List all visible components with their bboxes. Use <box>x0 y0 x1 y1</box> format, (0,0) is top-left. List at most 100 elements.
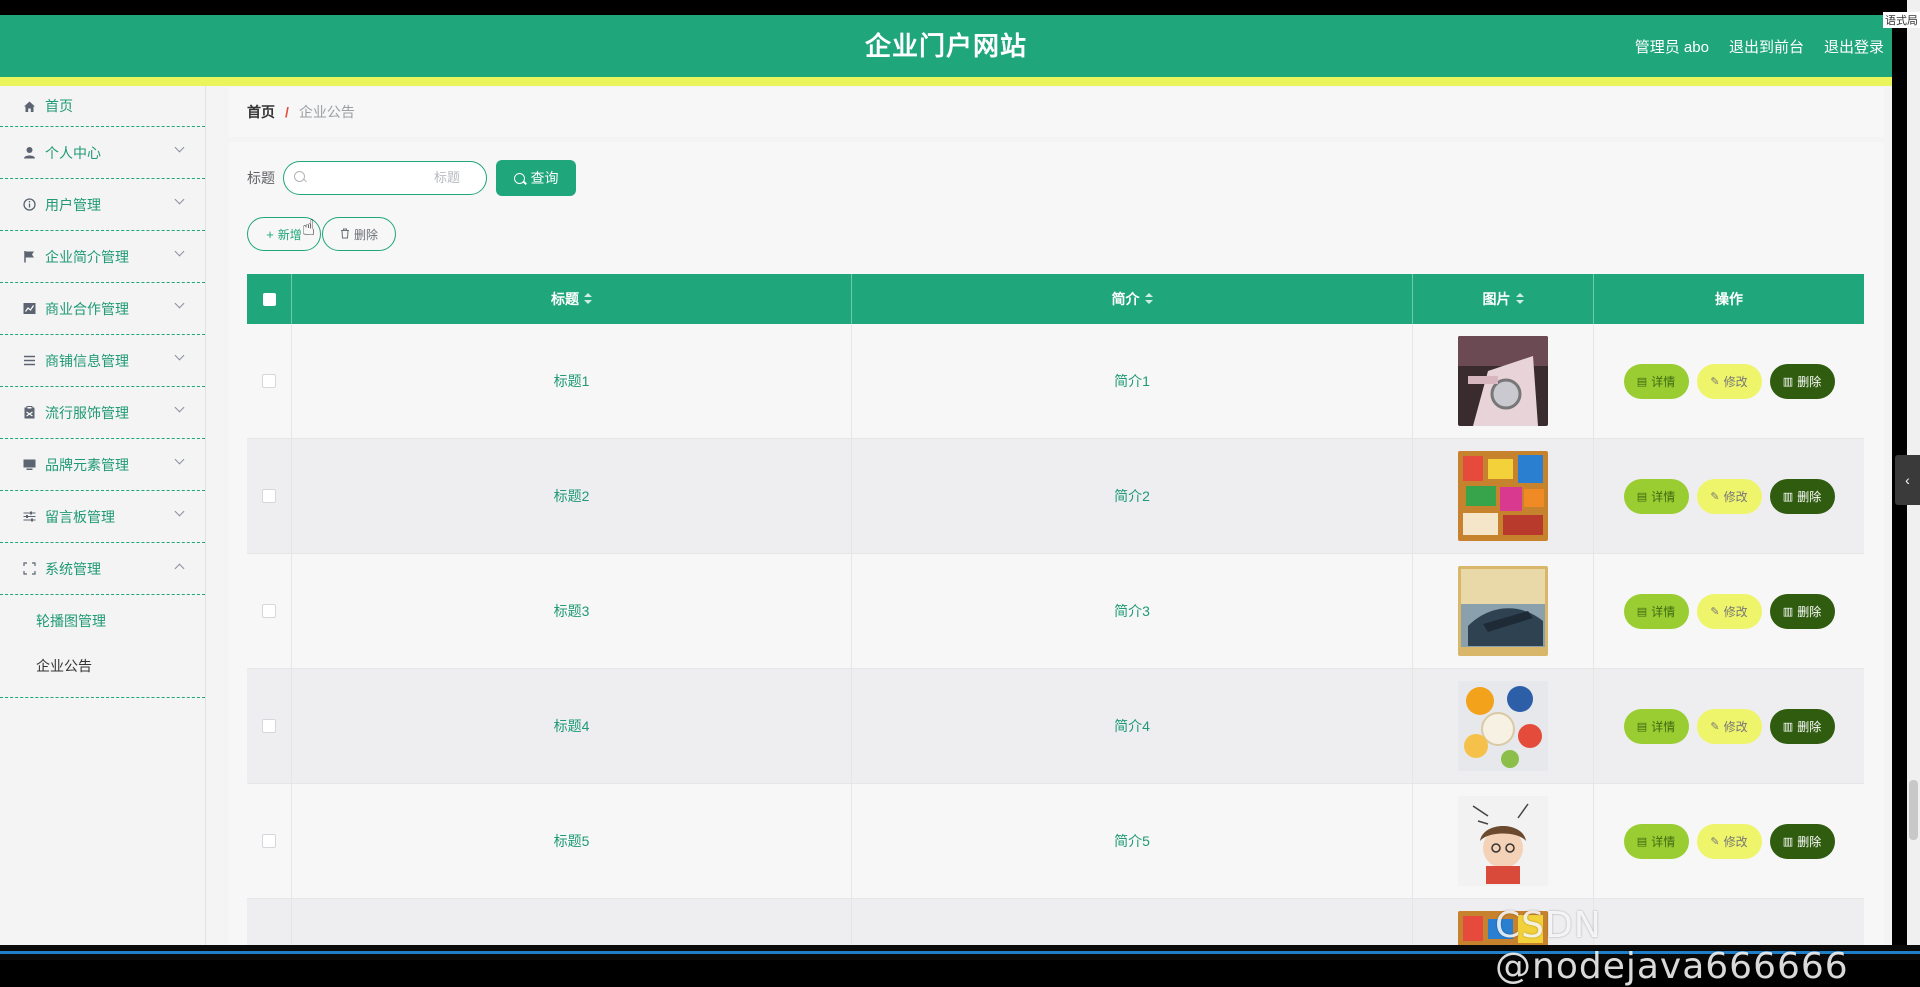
column-header-intro[interactable]: 简介 <box>852 274 1413 324</box>
column-header-image[interactable]: 图片 <box>1413 274 1594 324</box>
sidebar-item-fashion[interactable]: 流行服饰管理 <box>0 387 205 439</box>
edit-button[interactable]: ✎ 修改 <box>1696 823 1762 859</box>
trash-icon: ▥ <box>1782 490 1794 503</box>
clipboard-icon <box>22 406 36 420</box>
sidebar-item-user-management[interactable]: 用户管理 <box>0 179 205 231</box>
row-select-cell <box>247 669 292 783</box>
column-header-actions: 操作 <box>1594 274 1864 324</box>
delete-button[interactable]: ▥ 删除 <box>1769 363 1835 399</box>
title-cell: 标题4 <box>292 669 852 783</box>
search-input[interactable] <box>308 162 478 193</box>
row-select-cell <box>247 554 292 668</box>
detail-button[interactable]: ▤ 详情 <box>1623 478 1689 514</box>
detail-button[interactable]: ▤ 详情 <box>1623 708 1689 744</box>
info-icon <box>22 198 36 212</box>
chevron-down-icon <box>174 506 185 517</box>
sidebar-item-system-management[interactable]: 系统管理 <box>0 543 205 595</box>
search-bar: 标题 查询 <box>247 160 576 196</box>
sidebar-item-label: 流行服饰管理 <box>45 404 129 421</box>
row-checkbox[interactable] <box>262 719 276 733</box>
edit-button[interactable]: ✎ 修改 <box>1696 593 1762 629</box>
intro-cell: 简介2 <box>852 439 1413 553</box>
row-thumbnail-image <box>1458 336 1548 426</box>
breadcrumb-separator: / <box>285 104 289 120</box>
action-bar: + 新增 删除 <box>247 217 396 251</box>
sidebar-item-home[interactable]: 首页 <box>0 86 205 127</box>
trash-icon: ▥ <box>1782 720 1794 733</box>
chevron-down-icon <box>174 454 185 465</box>
detail-button[interactable]: ▤ 详情 <box>1623 363 1689 399</box>
chevron-down-icon <box>174 246 185 257</box>
sidebar-subitem-announcement[interactable]: 企业公告 <box>0 644 205 689</box>
query-button-label: 查询 <box>530 170 559 186</box>
sidebar-item-company-intro[interactable]: 企业简介管理 <box>0 231 205 283</box>
delete-button-label: 删除 <box>1797 374 1822 389</box>
search-label: 标题 <box>247 170 275 186</box>
edit-button[interactable]: ✎ 修改 <box>1696 708 1762 744</box>
sort-icon[interactable] <box>1144 293 1153 305</box>
trash-icon: ▥ <box>1782 375 1794 388</box>
sidebar-item-message-board[interactable]: 留言板管理 <box>0 491 205 543</box>
exit-to-front-link[interactable]: 退出到前台 <box>1729 36 1804 57</box>
detail-button[interactable]: ▤ 详情 <box>1623 823 1689 859</box>
row-thumbnail-image <box>1458 566 1548 656</box>
sort-icon[interactable] <box>584 293 592 305</box>
row-checkbox[interactable] <box>262 834 276 848</box>
delete-button[interactable]: ▥ 删除 <box>1769 823 1835 859</box>
sidebar: 首页 个人中心 用户管理 企业简介管理 商业合作管理 商铺信息管理 流行服饰管理… <box>0 86 206 945</box>
sidebar-item-brand-elements[interactable]: 品牌元素管理 <box>0 439 205 491</box>
delete-button[interactable]: ▥ 删除 <box>1769 478 1835 514</box>
sidebar-item-label: 个人中心 <box>45 144 101 161</box>
delete-button-label: 删除 <box>1797 489 1822 504</box>
sidebar-item-label: 用户管理 <box>45 196 101 213</box>
intro-cell: 简介4 <box>852 669 1413 783</box>
actions-cell: ▤ 详情 ✎ 修改 ▥ 删除 <box>1594 554 1864 668</box>
image-cell <box>1413 669 1594 783</box>
search-box <box>283 161 487 195</box>
watermark-text: CSDN @nodejava666666 <box>1495 905 1849 987</box>
delete-button[interactable]: ▥ 删除 <box>1769 593 1835 629</box>
pencil-icon: ✎ <box>1710 375 1720 388</box>
image-cell <box>1413 439 1594 553</box>
column-header-label: 操作 <box>1715 291 1743 307</box>
sidebar-item-label: 商铺信息管理 <box>45 352 129 369</box>
delete-button[interactable]: ▥ 删除 <box>1769 708 1835 744</box>
announcement-table: 标题 简介 图片 操作 标题1 简介1 ▤ 详情 ✎ 修改 ▥ 删除 标题2 简… <box>247 274 1864 945</box>
row-checkbox[interactable] <box>262 374 276 388</box>
search-icon <box>513 172 525 184</box>
document-icon: ▤ <box>1636 375 1648 388</box>
sidebar-subitem-carousel[interactable]: 轮播图管理 <box>0 599 205 644</box>
select-all-checkbox[interactable] <box>262 292 276 306</box>
sidebar-item-business-cooperation[interactable]: 商业合作管理 <box>0 283 205 335</box>
document-icon: ▤ <box>1636 720 1648 733</box>
pencil-icon: ✎ <box>1710 490 1720 503</box>
trash-icon <box>340 227 350 242</box>
delete-button-label: 删除 <box>1797 719 1822 734</box>
row-checkbox[interactable] <box>262 489 276 503</box>
flag-icon <box>22 250 36 264</box>
query-button[interactable]: 查询 <box>496 160 576 196</box>
edit-button-label: 修改 <box>1723 374 1748 389</box>
side-panel-toggle[interactable]: ‹ <box>1895 455 1920 505</box>
breadcrumb: 首页 / 企业公告 <box>229 87 1884 137</box>
column-header-label: 简介 <box>1111 291 1140 307</box>
sort-icon[interactable] <box>1515 293 1524 305</box>
logout-link[interactable]: 退出登录 <box>1824 36 1884 57</box>
batch-delete-button[interactable]: 删除 <box>322 217 396 251</box>
breadcrumb-home[interactable]: 首页 <box>247 102 275 122</box>
sidebar-item-label: 留言板管理 <box>45 508 115 525</box>
scrollbar-thumb[interactable] <box>1909 780 1918 840</box>
sidebar-item-personal-center[interactable]: 个人中心 <box>0 127 205 179</box>
edit-button-label: 修改 <box>1723 719 1748 734</box>
title-cell: 标题1 <box>292 324 852 438</box>
edit-button[interactable]: ✎ 修改 <box>1696 478 1762 514</box>
sidebar-item-shop-info[interactable]: 商铺信息管理 <box>0 335 205 387</box>
image-cell <box>1413 554 1594 668</box>
edit-button[interactable]: ✎ 修改 <box>1696 363 1762 399</box>
detail-button[interactable]: ▤ 详情 <box>1623 593 1689 629</box>
row-checkbox[interactable] <box>262 604 276 618</box>
row-thumbnail-image <box>1458 451 1548 541</box>
column-header-title[interactable]: 标题 <box>292 274 852 324</box>
system-submenu: 轮播图管理 企业公告 <box>0 595 205 698</box>
actions-cell: ▤ 详情 ✎ 修改 ▥ 删除 <box>1594 669 1864 783</box>
